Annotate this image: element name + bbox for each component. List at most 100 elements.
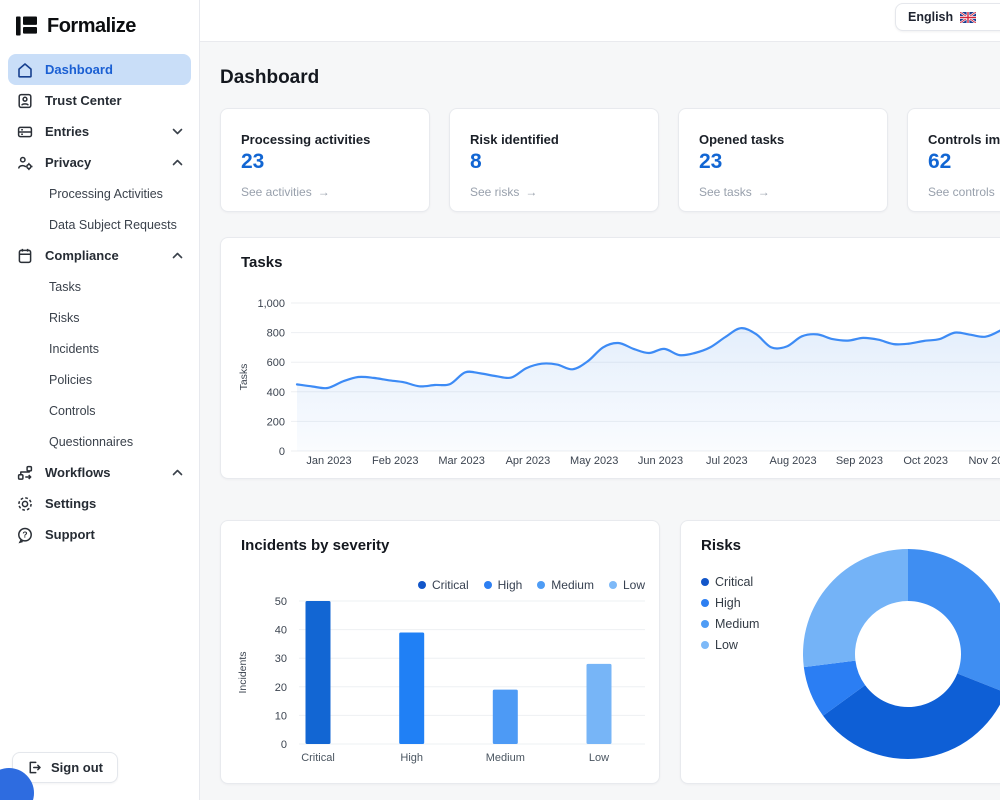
stat-card-value: 62 xyxy=(928,150,1000,174)
sidebar-item-compliance[interactable]: Compliance xyxy=(8,240,191,271)
stat-card-title: Opened tasks xyxy=(699,132,867,147)
stat-card-risk-identified: Risk identified 8 See risks→ xyxy=(449,108,659,212)
sidebar-item-data-subject-requests[interactable]: Data Subject Requests xyxy=(8,209,191,240)
stat-cards-row: Processing activities 23 See activities→ Ri… xyxy=(220,108,1000,212)
tasks-panel: Tasks 02004006008001,000Jan 2023Feb 2023… xyxy=(220,237,1000,479)
stat-card-link-label: See controls xyxy=(928,185,995,199)
sidebar-item-label: Compliance xyxy=(45,248,119,263)
stat-card-link[interactable]: See activities→ xyxy=(241,185,330,199)
language-selector-button[interactable]: English xyxy=(895,3,1000,31)
svg-text:10: 10 xyxy=(275,710,287,722)
svg-text:Incidents: Incidents xyxy=(237,651,249,693)
sidebar-nav: Dashboard Trust Center Entries Privacy Proce… xyxy=(0,48,199,550)
stat-card-processing-activities: Processing activities 23 See activities→ xyxy=(220,108,430,212)
svg-text:Low: Low xyxy=(589,752,609,764)
svg-text:Aug 2023: Aug 2023 xyxy=(770,455,817,467)
sidebar-item-label: Trust Center xyxy=(45,93,122,108)
svg-text:Jul 2023: Jul 2023 xyxy=(706,455,748,467)
sidebar-item-risks[interactable]: Risks xyxy=(8,302,191,333)
arrow-right-icon: → xyxy=(525,185,537,199)
svg-text:Sep 2023: Sep 2023 xyxy=(836,455,883,467)
sidebar-item-tasks[interactable]: Tasks xyxy=(8,271,191,302)
stat-card-link[interactable]: See controls→ xyxy=(928,185,1000,199)
sidebar-item-settings[interactable]: Settings xyxy=(8,488,191,519)
svg-text:800: 800 xyxy=(267,328,285,340)
stat-card-title: Risk identified xyxy=(470,132,638,147)
sidebar-item-label: Entries xyxy=(45,124,89,139)
chevron-up-icon xyxy=(172,469,183,476)
svg-text:Feb 2023: Feb 2023 xyxy=(372,455,418,467)
sidebar-item-dashboard[interactable]: Dashboard xyxy=(8,54,191,85)
topbar: English xyxy=(200,0,1000,42)
app-logo-text: Formalize xyxy=(47,15,136,38)
svg-text:1,000: 1,000 xyxy=(257,298,285,310)
chevron-down-icon xyxy=(172,128,183,135)
stat-card-title: Processing activities xyxy=(241,132,409,147)
svg-text:0: 0 xyxy=(279,446,285,458)
stat-card-controls-implemented: Controls implemented 62 See controls→ xyxy=(907,108,1000,212)
svg-text:0: 0 xyxy=(281,739,287,751)
sign-out-label: Sign out xyxy=(51,760,103,775)
sidebar-item-trust-center[interactable]: Trust Center xyxy=(8,85,191,116)
svg-text:Jan 2023: Jan 2023 xyxy=(306,455,351,467)
trust-badge-icon xyxy=(16,92,34,110)
sidebar-item-incidents[interactable]: Incidents xyxy=(8,333,191,364)
arrow-right-icon: → xyxy=(318,185,330,199)
sidebar-item-label: Support xyxy=(45,527,95,542)
chevron-up-icon xyxy=(172,159,183,166)
sidebar-item-entries[interactable]: Entries xyxy=(8,116,191,147)
sidebar-item-label: Workflows xyxy=(45,465,111,480)
risks-donut-chart xyxy=(681,521,1000,783)
sidebar-item-controls[interactable]: Controls xyxy=(8,395,191,426)
stat-card-link[interactable]: See tasks → xyxy=(699,185,770,199)
sidebar-item-workflows[interactable]: Workflows xyxy=(8,457,191,488)
sidebar-item-label: Privacy xyxy=(45,155,91,170)
svg-text:400: 400 xyxy=(267,387,285,399)
compliance-clipboard-icon xyxy=(16,247,34,265)
svg-text:Tasks: Tasks xyxy=(238,364,250,391)
stat-card-link-label: See tasks xyxy=(699,185,752,199)
svg-text:Critical: Critical xyxy=(301,752,335,764)
tasks-chart-title: Tasks xyxy=(241,254,282,271)
incidents-panel: Incidents by severity CriticalHighMedium… xyxy=(220,520,660,784)
svg-text:?: ? xyxy=(22,529,27,539)
sidebar-item-processing-activities[interactable]: Processing Activities xyxy=(8,178,191,209)
sidebar: Formalize Dashboard Trust Center Entries Pr… xyxy=(0,0,200,800)
sidebar-item-questionnaires[interactable]: Questionnaires xyxy=(8,426,191,457)
bottom-panels-row: Incidents by severity CriticalHighMedium… xyxy=(220,520,1000,784)
svg-text:May 2023: May 2023 xyxy=(570,455,618,467)
stat-card-value: 8 xyxy=(470,150,638,174)
risks-panel: Risks CriticalHighMediumLow xyxy=(680,520,1000,784)
stat-card-opened-tasks: Opened tasks23See tasks→ xyxy=(678,108,888,212)
dashboard-content: Dashboard Processing activities23See act… xyxy=(200,42,1000,784)
language-label: English xyxy=(908,10,953,24)
sign-out-icon xyxy=(27,760,42,775)
svg-text:200: 200 xyxy=(267,416,285,428)
stat-card-title: Controls implemented xyxy=(928,132,1000,147)
main-area: English Dashboard Processing activities2… xyxy=(200,0,1000,800)
gear-icon xyxy=(16,495,34,513)
svg-text:Medium: Medium xyxy=(486,752,525,764)
sidebar-item-privacy[interactable]: Privacy xyxy=(8,147,191,178)
help-bubble-icon: ? xyxy=(16,526,34,544)
svg-text:20: 20 xyxy=(275,682,287,694)
sidebar-item-support[interactable]: ? Support xyxy=(8,519,191,550)
svg-text:40: 40 xyxy=(275,625,287,637)
workflow-nodes-icon xyxy=(16,464,34,482)
privacy-user-gear-icon xyxy=(16,154,34,172)
arrow-right-icon: → xyxy=(758,185,770,199)
svg-text:Mar 2023: Mar 2023 xyxy=(438,455,484,467)
svg-text:30: 30 xyxy=(275,653,287,665)
sidebar-item-policies[interactable]: Policies xyxy=(8,364,191,395)
incidents-bar-chart: 01020304050CriticalHighMediumLowIncident… xyxy=(221,521,659,783)
svg-text:Oct 2023: Oct 2023 xyxy=(903,455,948,467)
formalize-logo-icon xyxy=(14,14,39,38)
svg-text:Jun 2023: Jun 2023 xyxy=(638,455,683,467)
tasks-line-chart: 02004006008001,000Jan 2023Feb 2023Mar 20… xyxy=(221,286,1000,472)
stat-card-link[interactable]: See risks→ xyxy=(470,185,537,199)
svg-text:Apr 2023: Apr 2023 xyxy=(506,455,551,467)
svg-text:High: High xyxy=(400,752,423,764)
sidebar-item-label: Dashboard xyxy=(45,62,113,77)
stat-card-value: 23 xyxy=(241,150,409,174)
app-logo: Formalize xyxy=(0,0,199,48)
